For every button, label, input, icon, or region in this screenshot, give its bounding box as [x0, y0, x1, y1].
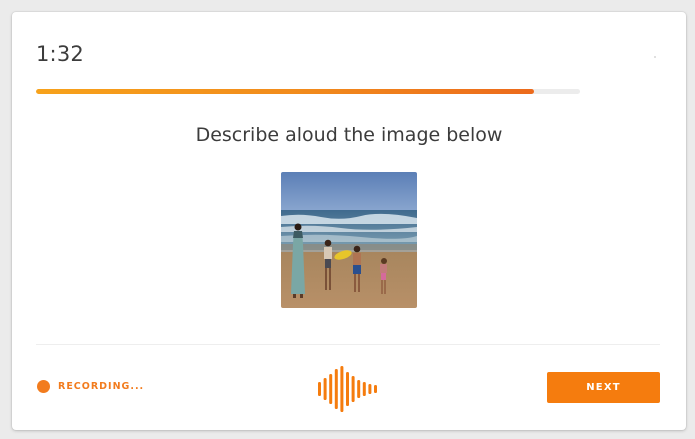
progress-bar — [36, 89, 580, 94]
recording-indicator: RECORDING... — [37, 380, 144, 393]
waveform-bar — [334, 369, 338, 409]
countdown-timer: 1:32 — [36, 42, 84, 66]
waveform-bar — [346, 372, 349, 406]
progress-fill — [36, 89, 534, 94]
next-button[interactable]: NEXT — [547, 372, 660, 403]
waveform-bar — [374, 385, 377, 393]
recording-label: RECORDING... — [58, 381, 145, 392]
prompt-text: Describe aloud the image below — [195, 124, 503, 146]
waveform-bar — [323, 378, 327, 400]
waveform-bar — [329, 374, 333, 404]
waveform-icon — [318, 366, 380, 412]
waveform-bar — [362, 382, 366, 396]
waveform-bar — [340, 366, 344, 412]
exercise-card: 1:32 Describe aloud the image below RECO… — [12, 12, 686, 430]
prompt-image — [281, 172, 417, 308]
waveform-bar — [357, 380, 361, 398]
waveform-bar — [368, 384, 372, 394]
footer-divider — [36, 344, 660, 345]
waveform-bar — [351, 376, 355, 402]
corner-mark — [654, 56, 656, 58]
waveform-bar — [318, 382, 321, 396]
record-dot-icon — [37, 380, 50, 393]
